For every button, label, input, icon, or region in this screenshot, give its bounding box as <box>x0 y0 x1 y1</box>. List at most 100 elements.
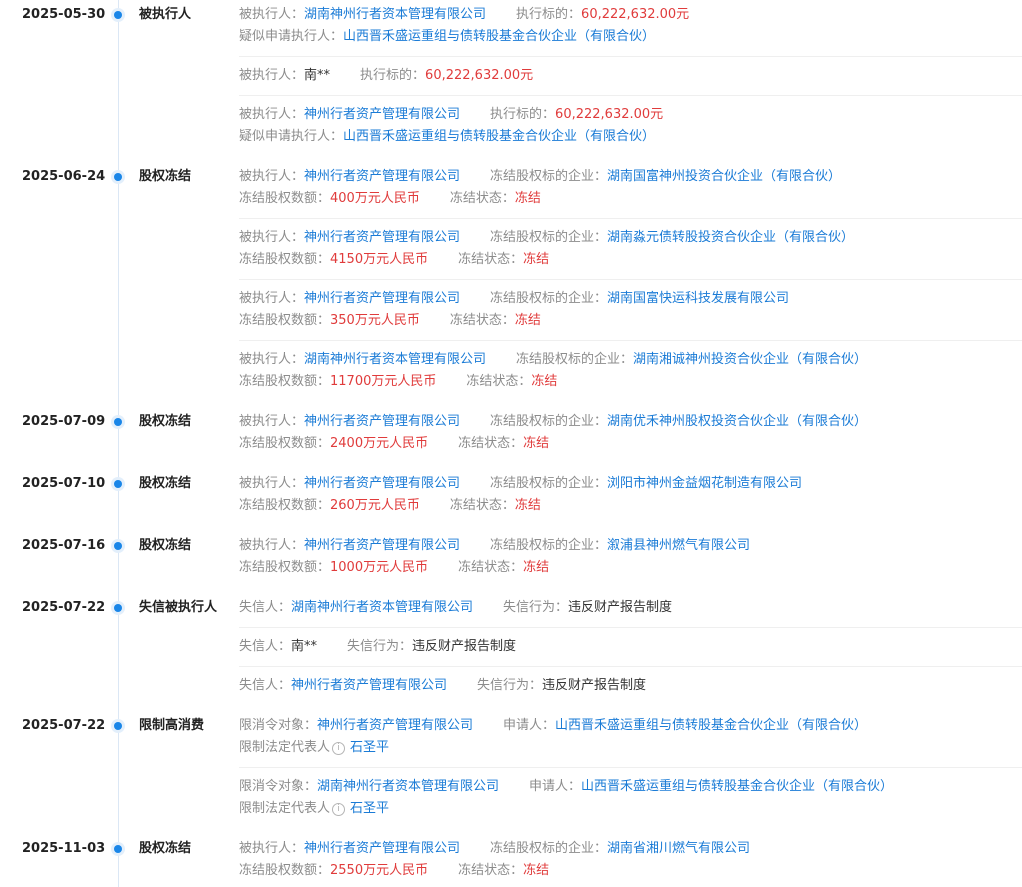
field-label: 被执行人： <box>239 414 305 429</box>
field-label: 冻结股权标的企业： <box>490 841 608 856</box>
record-field: 疑似申请执行人：山西晋禾盛运重组与债转股基金合伙企业（有限合伙） <box>239 128 655 146</box>
field-label: 失信行为： <box>477 678 543 693</box>
field-value-link[interactable]: 湖南国富快运科技发展有限公司 <box>607 291 789 306</box>
record-field: 限消令对象：神州行者资产管理有限公司 <box>239 717 473 735</box>
field-value: 冻结 <box>531 374 558 389</box>
field-value-link[interactable]: 湖南省湘川燃气有限公司 <box>607 841 750 856</box>
field-value-link[interactable]: 神州行者资产管理有限公司 <box>291 678 447 693</box>
record-field: 申请人：山西晋禾盛运重组与债转股基金合伙企业（有限合伙） <box>503 717 867 735</box>
field-value-link[interactable]: 溆浦县神州燃气有限公司 <box>607 538 750 553</box>
field-label: 疑似申请执行人： <box>239 29 344 44</box>
record-field: 执行标的：60,222,632.00元 <box>490 106 663 124</box>
field-value-link[interactable]: 石圣平 <box>350 801 389 816</box>
field-value-link[interactable]: 神州行者资产管理有限公司 <box>304 476 460 491</box>
field-value-link[interactable]: 神州行者资产管理有限公司 <box>304 291 460 306</box>
record-field: 执行标的：60,222,632.00元 <box>360 67 533 85</box>
field-value-link[interactable]: 湖南优禾神州股权投资合伙企业（有限合伙） <box>607 414 867 429</box>
record-field: 冻结股权数额：350万元人民币 <box>239 312 420 330</box>
record-line: 限消令对象：湖南神州行者资本管理有限公司 申请人：山西晋禾盛运重组与债转股基金合伙… <box>239 778 923 796</box>
field-value: 400万元人民币 <box>330 191 420 206</box>
field-value-link[interactable]: 湖南淼元债转股投资合伙企业（有限合伙） <box>607 230 854 245</box>
field-label: 冻结状态： <box>449 498 515 513</box>
record-line: 冻结股权数额：2550万元人民币 冻结状态：冻结 <box>239 862 579 880</box>
field-value-link[interactable]: 神州行者资产管理有限公司 <box>304 414 460 429</box>
field-label: 冻结股权数额： <box>239 252 331 267</box>
record-field: 冻结股权标的企业：湖南湘诚神州投资合伙企业（有限合伙） <box>516 351 867 369</box>
record-line: 疑似申请执行人：山西晋禾盛运重组与债转股基金合伙企业（有限合伙） <box>239 28 685 46</box>
record-field: 冻结股权数额：2400万元人民币 <box>239 435 428 453</box>
field-value-link[interactable]: 湖南神州行者资本管理有限公司 <box>304 352 486 367</box>
field-label: 执行标的： <box>360 68 426 83</box>
event-date: 2025-07-09 <box>22 414 106 429</box>
entry-divider <box>239 666 1022 667</box>
entry-divider <box>239 95 1022 96</box>
field-value-link[interactable]: 山西晋禾盛运重组与债转股基金合伙企业（有限合伙） <box>343 129 655 144</box>
field-value: 冻结 <box>514 191 541 206</box>
record-line: 冻结股权数额：350万元人民币 冻结状态：冻结 <box>239 312 571 330</box>
field-value-link[interactable]: 神州行者资产管理有限公司 <box>304 169 460 184</box>
record-field: 被执行人：神州行者资产管理有限公司 <box>239 106 460 124</box>
record-field: 失信行为：违反财产报告制度 <box>503 599 672 617</box>
field-label: 冻结股权标的企业： <box>490 538 608 553</box>
record-line: 冻结股权数额：11700万元人民币 冻结状态：冻结 <box>239 373 587 391</box>
field-label: 冻结状态： <box>449 313 515 328</box>
field-label: 冻结股权数额： <box>239 374 331 389</box>
record-field: 冻结股权数额：400万元人民币 <box>239 190 420 208</box>
entry-divider <box>239 279 1022 280</box>
timeline-dot-icon <box>114 11 122 19</box>
field-value-link[interactable]: 山西晋禾盛运重组与债转股基金合伙企业（有限合伙） <box>555 718 867 733</box>
record-field: 冻结股权数额：4150万元人民币 <box>239 251 428 269</box>
record-field: 冻结状态：冻结 <box>466 373 557 391</box>
field-value-link[interactable]: 湖南国富神州投资合伙企业（有限合伙） <box>607 169 841 184</box>
field-value: 350万元人民币 <box>330 313 420 328</box>
timeline-dot-icon <box>114 845 122 853</box>
record-field: 被执行人：神州行者资产管理有限公司 <box>239 168 460 186</box>
field-value-link[interactable]: 湖南神州行者资本管理有限公司 <box>291 600 473 615</box>
risk-timeline: 2025-05-30 被执行人 被执行人：湖南神州行者资本管理有限公司 执行标的：60… <box>0 0 1022 887</box>
field-label: 执行标的： <box>516 7 582 22</box>
field-label: 冻结状态： <box>458 252 524 267</box>
field-label: 被执行人： <box>239 352 305 367</box>
event-date: 2025-07-22 <box>22 600 106 615</box>
info-icon[interactable]: i <box>332 803 346 816</box>
field-value: 冻结 <box>523 863 550 878</box>
field-label: 失信行为： <box>503 600 569 615</box>
field-value: 60,222,632.00元 <box>581 7 690 22</box>
field-value-link[interactable]: 石圣平 <box>350 740 389 755</box>
field-label: 冻结股权数额： <box>239 560 331 575</box>
field-label: 被执行人： <box>239 107 305 122</box>
field-value-link[interactable]: 浏阳市神州金益烟花制造有限公司 <box>607 476 802 491</box>
field-value-link[interactable]: 山西晋禾盛运重组与债转股基金合伙企业（有限合伙） <box>343 29 655 44</box>
field-value-link[interactable]: 湖南神州行者资本管理有限公司 <box>304 7 486 22</box>
field-value-link[interactable]: 湖南湘诚神州投资合伙企业（有限合伙） <box>633 352 867 367</box>
entry-divider <box>239 340 1022 341</box>
field-value-link[interactable]: 神州行者资产管理有限公司 <box>304 538 460 553</box>
field-value-link[interactable]: 神州行者资产管理有限公司 <box>304 107 460 122</box>
record-field: 被执行人：神州行者资产管理有限公司 <box>239 537 460 555</box>
field-value-link[interactable]: 山西晋禾盛运重组与债转股基金合伙企业（有限合伙） <box>581 779 893 794</box>
field-label: 冻结股权数额： <box>239 436 331 451</box>
field-value-link[interactable]: 湖南神州行者资本管理有限公司 <box>317 779 499 794</box>
record-field: 失信人：湖南神州行者资本管理有限公司 <box>239 599 473 617</box>
record-line: 冻结股权数额：400万元人民币 冻结状态：冻结 <box>239 190 571 208</box>
field-value: 违反财产报告制度 <box>568 600 673 615</box>
field-label: 失信人： <box>239 678 292 693</box>
field-label: 限制法定代表人 <box>239 740 331 755</box>
record-line: 冻结股权数额：2400万元人民币 冻结状态：冻结 <box>239 435 579 453</box>
timeline-dot-icon <box>114 722 122 730</box>
field-label: 冻结股权数额： <box>239 191 331 206</box>
field-value-link[interactable]: 神州行者资产管理有限公司 <box>317 718 473 733</box>
field-value: 冻结 <box>523 436 550 451</box>
field-label: 冻结状态： <box>466 374 532 389</box>
field-value-link[interactable]: 神州行者资产管理有限公司 <box>304 841 460 856</box>
record-field: 被执行人：湖南神州行者资本管理有限公司 <box>239 351 486 369</box>
record-field: 冻结状态：冻结 <box>458 862 549 880</box>
record-field: 失信人：南** <box>239 638 317 656</box>
field-label: 限制法定代表人 <box>239 801 331 816</box>
field-label: 冻结股权标的企业： <box>490 291 608 306</box>
info-icon[interactable]: i <box>332 742 346 755</box>
record-line: 限制法定代表人 i 石圣平 <box>239 739 419 757</box>
field-label: 冻结股权标的企业： <box>490 230 608 245</box>
record-line: 被执行人：南** 执行标的：60,222,632.00元 <box>239 67 563 85</box>
field-value-link[interactable]: 神州行者资产管理有限公司 <box>304 230 460 245</box>
